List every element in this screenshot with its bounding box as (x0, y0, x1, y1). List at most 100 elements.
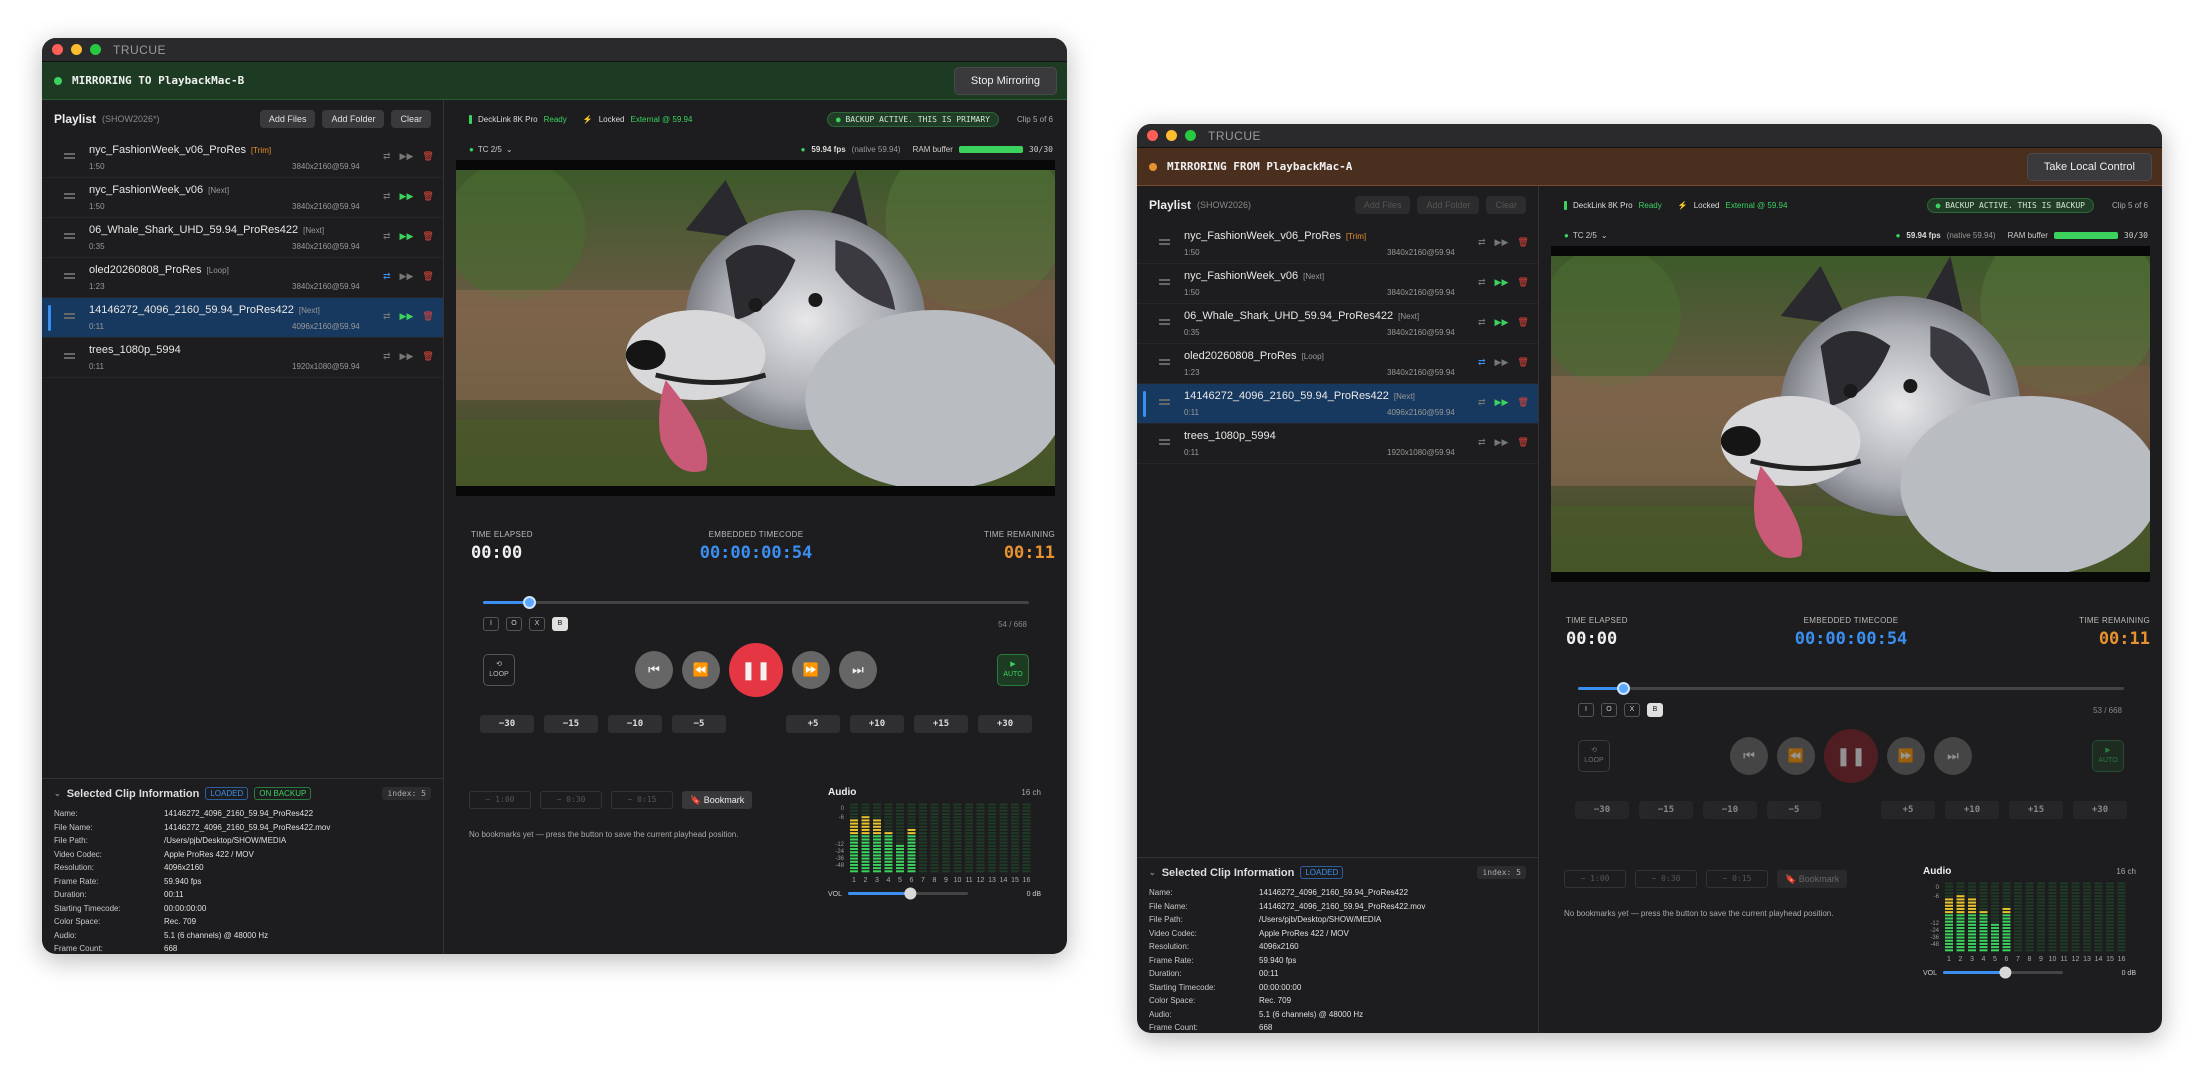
auto-toggle[interactable]: ▶ AUTO (997, 654, 1029, 686)
delete-icon[interactable]: 🗑 (422, 151, 433, 162)
loop-icon[interactable]: ⇄ (383, 271, 391, 282)
skip-button[interactable]: −30 (1575, 801, 1629, 819)
loop-icon[interactable]: ⇄ (1478, 237, 1486, 248)
drag-handle-icon[interactable] (1159, 399, 1170, 401)
io-button-b[interactable]: B (1647, 703, 1663, 717)
pause-icon[interactable]: ❚❚ (1824, 729, 1878, 783)
loop-icon[interactable]: ⇄ (1478, 437, 1486, 448)
skip-button[interactable]: +10 (1945, 801, 1999, 819)
drag-handle-icon[interactable] (1159, 319, 1170, 321)
pause-icon[interactable]: ❚❚ (729, 643, 783, 697)
playlist-row[interactable]: 14146272_4096_2160_59.94_ProRes422 [Next]… (42, 298, 443, 338)
drag-handle-icon[interactable] (1159, 439, 1170, 441)
add-files-button[interactable]: Add Files (1354, 196, 1411, 214)
add-files-button[interactable]: Add Files (259, 110, 316, 128)
drag-handle-icon[interactable] (64, 193, 75, 195)
add-folder-button[interactable]: Add Folder (322, 110, 385, 128)
loop-icon[interactable]: ⇄ (1478, 397, 1486, 408)
io-button-x[interactable]: X (1624, 703, 1640, 717)
close-window-button[interactable] (52, 44, 63, 55)
collapse-chevron-icon[interactable]: ⌄ (54, 789, 61, 798)
bookmark-button[interactable]: 🔖 Bookmark (1777, 870, 1848, 888)
loop-icon[interactable]: ⇄ (383, 311, 391, 322)
delete-icon[interactable]: 🗑 (1517, 357, 1528, 368)
delete-icon[interactable]: 🗑 (422, 231, 433, 242)
loop-icon[interactable]: ⇄ (1478, 277, 1486, 288)
skip-button[interactable]: −10 (608, 715, 662, 733)
timecode-track-select[interactable]: ● TC 2/5 ⌄ (469, 145, 513, 154)
close-window-button[interactable] (1147, 130, 1158, 141)
delete-icon[interactable]: 🗑 (1517, 397, 1528, 408)
next-icon[interactable]: ▶▶ (400, 271, 414, 282)
drag-handle-icon[interactable] (64, 353, 75, 355)
scrub-bar[interactable] (1566, 676, 2136, 700)
loop-icon[interactable]: ⇄ (383, 151, 391, 162)
zoom-window-button[interactable] (90, 44, 101, 55)
scrub-track[interactable] (483, 596, 1029, 609)
bookmark-slot[interactable]: − 0:30 (1635, 870, 1697, 888)
delete-icon[interactable]: 🗑 (422, 351, 433, 362)
delete-icon[interactable]: 🗑 (1517, 317, 1528, 328)
playlist-row[interactable]: trees_1080p_5994 0:11 1920x1080@59.94 ⇄ ▶▶ 🗑 (42, 338, 443, 378)
io-button-x[interactable]: X (529, 617, 545, 631)
timecode-track-select[interactable]: ● TC 2/5 ⌄ (1564, 231, 1608, 240)
skip-button[interactable]: +5 (786, 715, 840, 733)
add-folder-button[interactable]: Add Folder (1417, 196, 1480, 214)
skip-back-icon[interactable]: ⏮ (1730, 737, 1768, 775)
skip-button[interactable]: −30 (480, 715, 534, 733)
skip-button[interactable]: +5 (1881, 801, 1935, 819)
next-icon[interactable]: ▶▶ (1495, 277, 1509, 288)
loop-icon[interactable]: ⇄ (383, 351, 391, 362)
scrub-track[interactable] (1578, 682, 2124, 695)
skip-button[interactable]: +15 (914, 715, 968, 733)
auto-toggle[interactable]: ▶ AUTO (2092, 740, 2124, 772)
drag-handle-icon[interactable] (64, 153, 75, 155)
drag-handle-icon[interactable] (1159, 359, 1170, 361)
delete-icon[interactable]: 🗑 (1517, 277, 1528, 288)
io-button-o[interactable]: O (506, 617, 522, 631)
next-icon[interactable]: ▶▶ (1495, 317, 1509, 328)
drag-handle-icon[interactable] (1159, 279, 1170, 281)
drag-handle-icon[interactable] (64, 313, 75, 315)
io-button-b[interactable]: B (552, 617, 568, 631)
playlist-row[interactable]: 06_Whale_Shark_UHD_59.94_ProRes422 [Next]… (42, 218, 443, 258)
playlist-row[interactable]: 14146272_4096_2160_59.94_ProRes422 [Next]… (1137, 384, 1538, 424)
rewind-icon[interactable]: ⏪ (682, 651, 720, 689)
playlist-row[interactable]: nyc_FashionWeek_v06_ProRes [Trim] 1:50 3840… (42, 138, 443, 178)
skip-button[interactable]: −5 (1767, 801, 1821, 819)
fast-forward-icon[interactable]: ⏩ (792, 651, 830, 689)
skip-back-icon[interactable]: ⏮ (635, 651, 673, 689)
rewind-icon[interactable]: ⏪ (1777, 737, 1815, 775)
bookmark-slot[interactable]: − 0:15 (1706, 870, 1768, 888)
zoom-window-button[interactable] (1185, 130, 1196, 141)
next-icon[interactable]: ▶▶ (400, 231, 414, 242)
bookmark-slot[interactable]: − 1:00 (1564, 870, 1626, 888)
delete-icon[interactable]: 🗑 (422, 311, 433, 322)
next-icon[interactable]: ▶▶ (1495, 237, 1509, 248)
bookmark-slot[interactable]: − 1:00 (469, 791, 531, 809)
next-icon[interactable]: ▶▶ (1495, 397, 1509, 408)
bookmark-slot[interactable]: − 0:15 (611, 791, 673, 809)
minimize-window-button[interactable] (71, 44, 82, 55)
mirror-control-button[interactable]: Stop Mirroring (953, 66, 1057, 95)
delete-icon[interactable]: 🗑 (1517, 237, 1528, 248)
io-button-i[interactable]: I (483, 617, 499, 631)
loop-icon[interactable]: ⇄ (383, 231, 391, 242)
delete-icon[interactable]: 🗑 (422, 271, 433, 282)
playlist-row[interactable]: 06_Whale_Shark_UHD_59.94_ProRes422 [Next]… (1137, 304, 1538, 344)
clear-playlist-button[interactable]: Clear (391, 110, 431, 128)
loop-icon[interactable]: ⇄ (1478, 317, 1486, 328)
skip-button[interactable]: +30 (2073, 801, 2127, 819)
next-icon[interactable]: ▶▶ (400, 151, 414, 162)
playlist-row[interactable]: nyc_FashionWeek_v06_ProRes [Trim] 1:50 3840… (1137, 224, 1538, 264)
playlist-row[interactable]: oled20260808_ProRes [Loop] 1:23 3840x2160@5… (1137, 344, 1538, 384)
next-icon[interactable]: ▶▶ (1495, 357, 1509, 368)
fast-forward-icon[interactable]: ⏩ (1887, 737, 1925, 775)
drag-handle-icon[interactable] (64, 273, 75, 275)
volume-slider-handle[interactable] (904, 887, 917, 900)
skip-forward-icon[interactable]: ⏭ (1934, 737, 1972, 775)
skip-button[interactable]: −15 (544, 715, 598, 733)
clear-playlist-button[interactable]: Clear (1486, 196, 1526, 214)
playlist-row[interactable]: oled20260808_ProRes [Loop] 1:23 3840x2160@5… (42, 258, 443, 298)
io-button-i[interactable]: I (1578, 703, 1594, 717)
